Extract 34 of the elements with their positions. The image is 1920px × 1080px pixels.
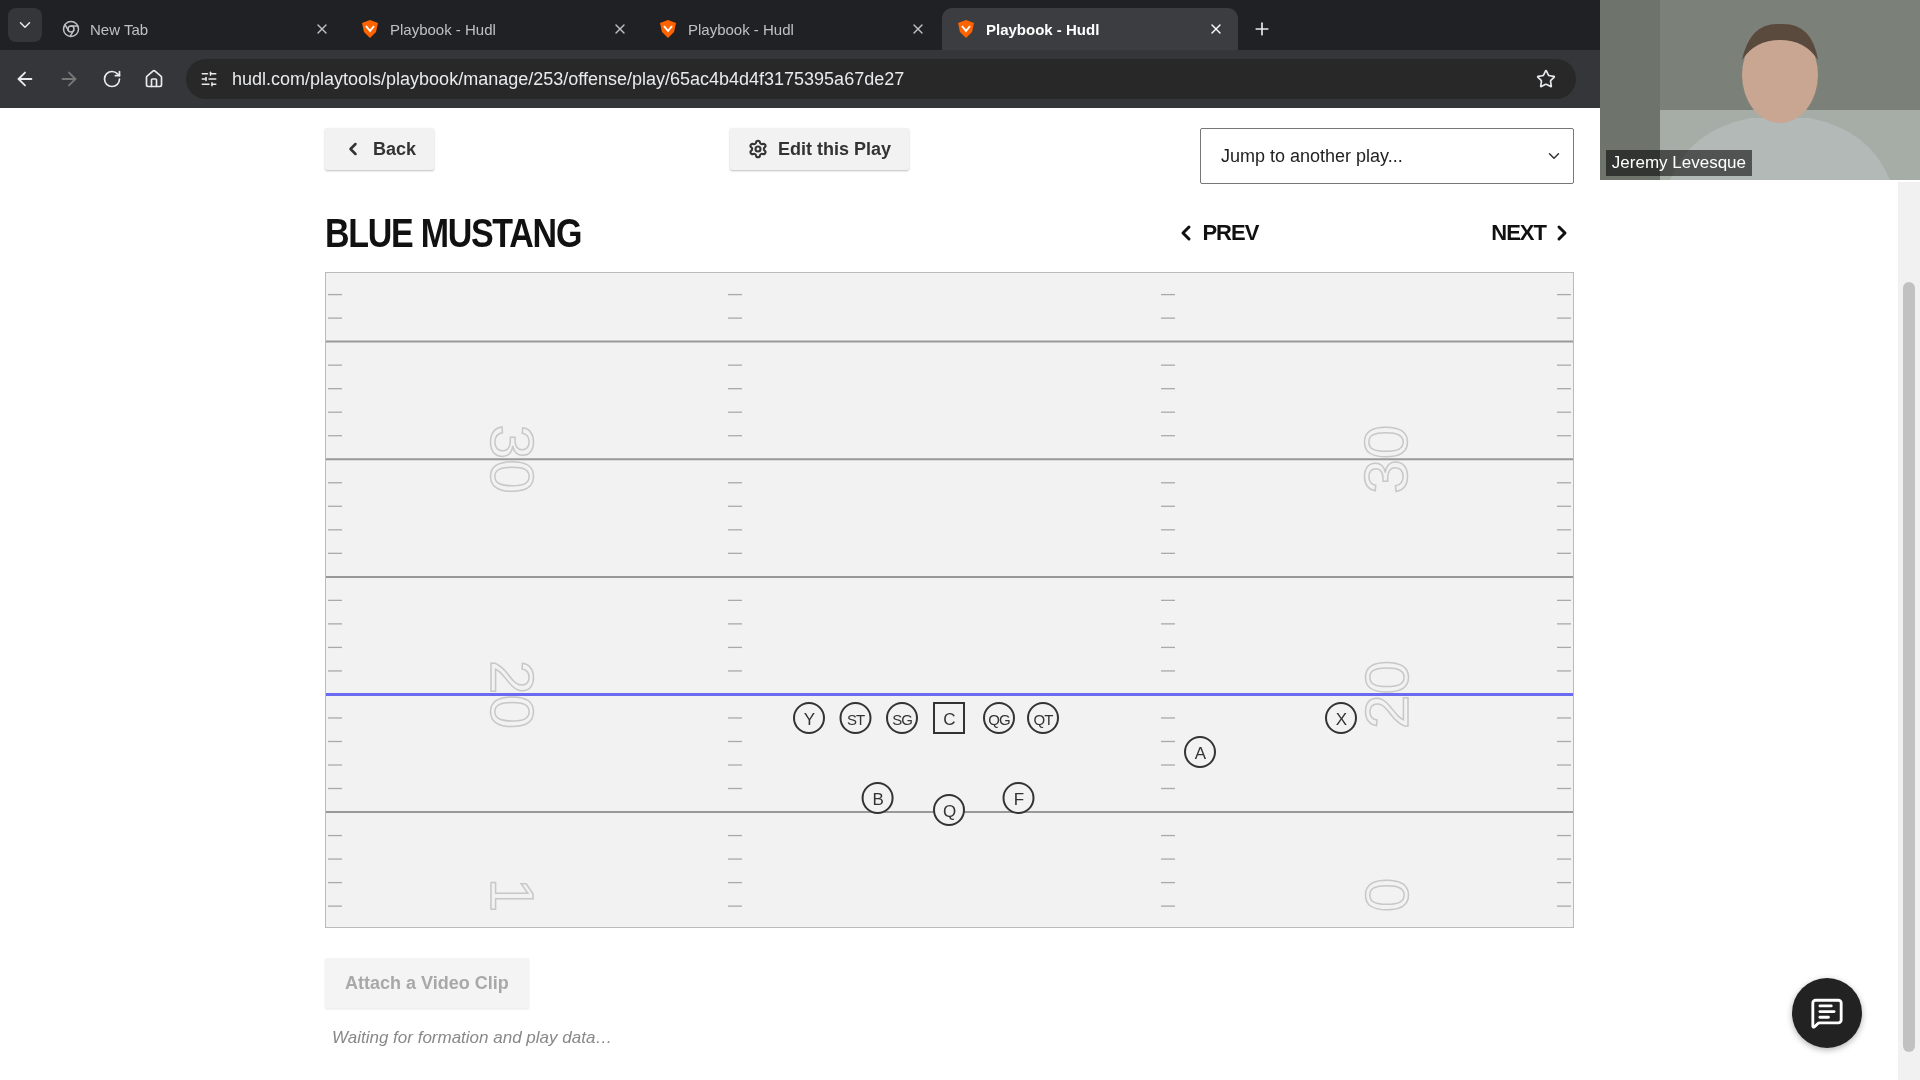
player-marker[interactable]: QG <box>983 702 1015 734</box>
site-settings-icon[interactable] <box>200 70 218 88</box>
bookmark-star-icon[interactable] <box>1536 69 1556 89</box>
player-marker[interactable]: C <box>933 702 965 734</box>
participant-name: Jeremy Levesque <box>1605 150 1752 176</box>
chat-icon <box>1810 996 1844 1030</box>
player-marker[interactable]: SG <box>886 702 918 734</box>
jump-to-play-dropdown[interactable]: Jump to another play... <box>1200 128 1574 184</box>
player-marker[interactable]: Y <box>793 702 825 734</box>
player-marker[interactable]: Q <box>933 794 965 826</box>
player-marker[interactable]: F <box>1002 782 1035 814</box>
player-marker[interactable]: B <box>861 782 894 814</box>
reload-icon[interactable] <box>102 69 122 89</box>
status-message: Waiting for formation and play data… <box>332 1028 614 1048</box>
scrollbar[interactable] <box>1898 182 1920 1080</box>
browser-logo-icon <box>62 20 80 38</box>
address-bar[interactable]: hudl.com/playtools/playbook/manage/253/offense/play/65ac4b4d4f3175395a67de27 <box>186 59 1576 99</box>
play-title: BLUE MUSTANG <box>325 210 583 256</box>
settings-icon <box>748 139 768 159</box>
back-button[interactable]: Back <box>325 128 435 170</box>
home-icon[interactable] <box>144 69 164 89</box>
player-marker[interactable]: A <box>1184 736 1216 768</box>
edit-play-button[interactable]: Edit this Play <box>730 128 910 170</box>
chat-button[interactable] <box>1792 978 1862 1048</box>
player-marker[interactable]: ST <box>839 702 872 734</box>
shield-icon <box>956 19 976 39</box>
player-marker[interactable]: X <box>1325 702 1357 734</box>
shield-icon <box>360 19 380 39</box>
prev-link[interactable]: PREV <box>1174 220 1259 246</box>
tab-search-button[interactable] <box>8 8 42 42</box>
next-link[interactable]: NEXT <box>1491 220 1574 246</box>
player-marker[interactable]: QT <box>1027 702 1059 734</box>
browser-tab[interactable]: Playbook - Hudl <box>942 8 1238 50</box>
shield-icon <box>658 19 678 39</box>
